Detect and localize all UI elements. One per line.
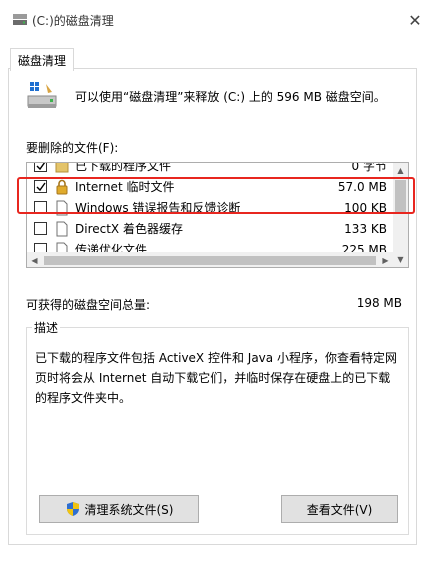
horizontal-scroll-thumb[interactable] xyxy=(44,256,376,265)
horizontal-scrollbar[interactable]: ◀ ▶ xyxy=(27,252,393,267)
scroll-down-icon[interactable]: ▼ xyxy=(393,252,408,267)
uac-shield-icon xyxy=(66,502,79,516)
intro-text: 可以使用“磁盘清理”来释放 (C:) 上的 596 MB 磁盘空间。 xyxy=(75,90,386,104)
file-size: 133 KB xyxy=(344,221,387,236)
files-to-delete-label: 要删除的文件(F): xyxy=(26,141,119,155)
file-name: Windows 错误报告和反馈诊断 xyxy=(75,201,241,215)
drive-cleanup-icon xyxy=(27,82,57,108)
disk-cleanup-icon xyxy=(13,14,27,25)
list-item-internet-temp-files[interactable]: Internet 临时文件 57.0 MB xyxy=(27,176,395,197)
file-size: 100 KB xyxy=(344,200,387,215)
close-button[interactable]: ✕ xyxy=(403,8,427,32)
file-rows: 已下载的程序文件 0 字节 Internet 临时文件 57.0 MB Wind… xyxy=(27,162,395,260)
scroll-up-icon[interactable]: ▲ xyxy=(393,163,408,178)
checkbox[interactable] xyxy=(34,180,47,193)
title-bar: (C:)的磁盘清理 ✕ xyxy=(0,0,435,40)
file-name: DirectX 着色器缓存 xyxy=(75,222,183,236)
checkbox[interactable] xyxy=(34,222,47,235)
file-size: 0 字节 xyxy=(351,162,387,173)
tab-strip: 磁盘清理 xyxy=(0,40,435,71)
checkbox[interactable] xyxy=(34,201,47,214)
view-files-label: 查看文件(V) xyxy=(306,502,373,517)
scroll-right-icon[interactable]: ▶ xyxy=(378,253,393,267)
checkmark-icon xyxy=(36,182,46,191)
description-legend: 描述 xyxy=(32,319,61,336)
scroll-left-icon[interactable]: ◀ xyxy=(27,253,42,267)
file-name: Internet 临时文件 xyxy=(75,180,175,194)
files-listbox[interactable]: 已下载的程序文件 0 字节 Internet 临时文件 57.0 MB Wind… xyxy=(26,162,409,268)
checkmark-icon xyxy=(36,163,45,170)
view-files-button[interactable]: 查看文件(V) xyxy=(281,495,398,523)
list-item-directx-shader-cache[interactable]: DirectX 着色器缓存 133 KB xyxy=(27,218,395,239)
tab-disk-cleanup[interactable]: 磁盘清理 xyxy=(10,48,74,71)
vertical-scroll-thumb[interactable] xyxy=(395,180,406,214)
checkbox[interactable] xyxy=(34,163,47,172)
file-size: 57.0 MB xyxy=(337,179,387,194)
cleanup-system-files-button[interactable]: 清理系统文件(S) xyxy=(39,495,199,523)
space-gain-value: 198 MB xyxy=(356,296,402,310)
cleanup-system-files-label: 清理系统文件(S) xyxy=(84,502,174,517)
file-icon xyxy=(56,200,68,215)
close-icon: ✕ xyxy=(408,10,422,30)
space-gain-label: 可获得的磁盘空间总量: xyxy=(26,298,151,312)
lock-icon xyxy=(56,179,68,194)
list-item-windows-error-reports[interactable]: Windows 错误报告和反馈诊断 100 KB xyxy=(27,197,395,218)
folder-icon xyxy=(55,163,69,172)
description-text: 已下载的程序文件包括 ActiveX 控件和 Java 小程序，你查看特定网页时… xyxy=(35,351,397,405)
file-icon xyxy=(56,221,68,236)
disk-cleanup-panel: 可以使用“磁盘清理”来释放 (C:) 上的 596 MB 磁盘空间。 要删除的文… xyxy=(8,68,417,545)
vertical-scrollbar[interactable]: ▲ ▼ xyxy=(393,163,408,267)
window-title: (C:)的磁盘清理 xyxy=(32,14,114,28)
list-item-downloaded-program-files[interactable]: 已下载的程序文件 0 字节 xyxy=(27,162,395,176)
tab-label: 磁盘清理 xyxy=(17,53,66,68)
file-name: 已下载的程序文件 xyxy=(75,162,172,173)
